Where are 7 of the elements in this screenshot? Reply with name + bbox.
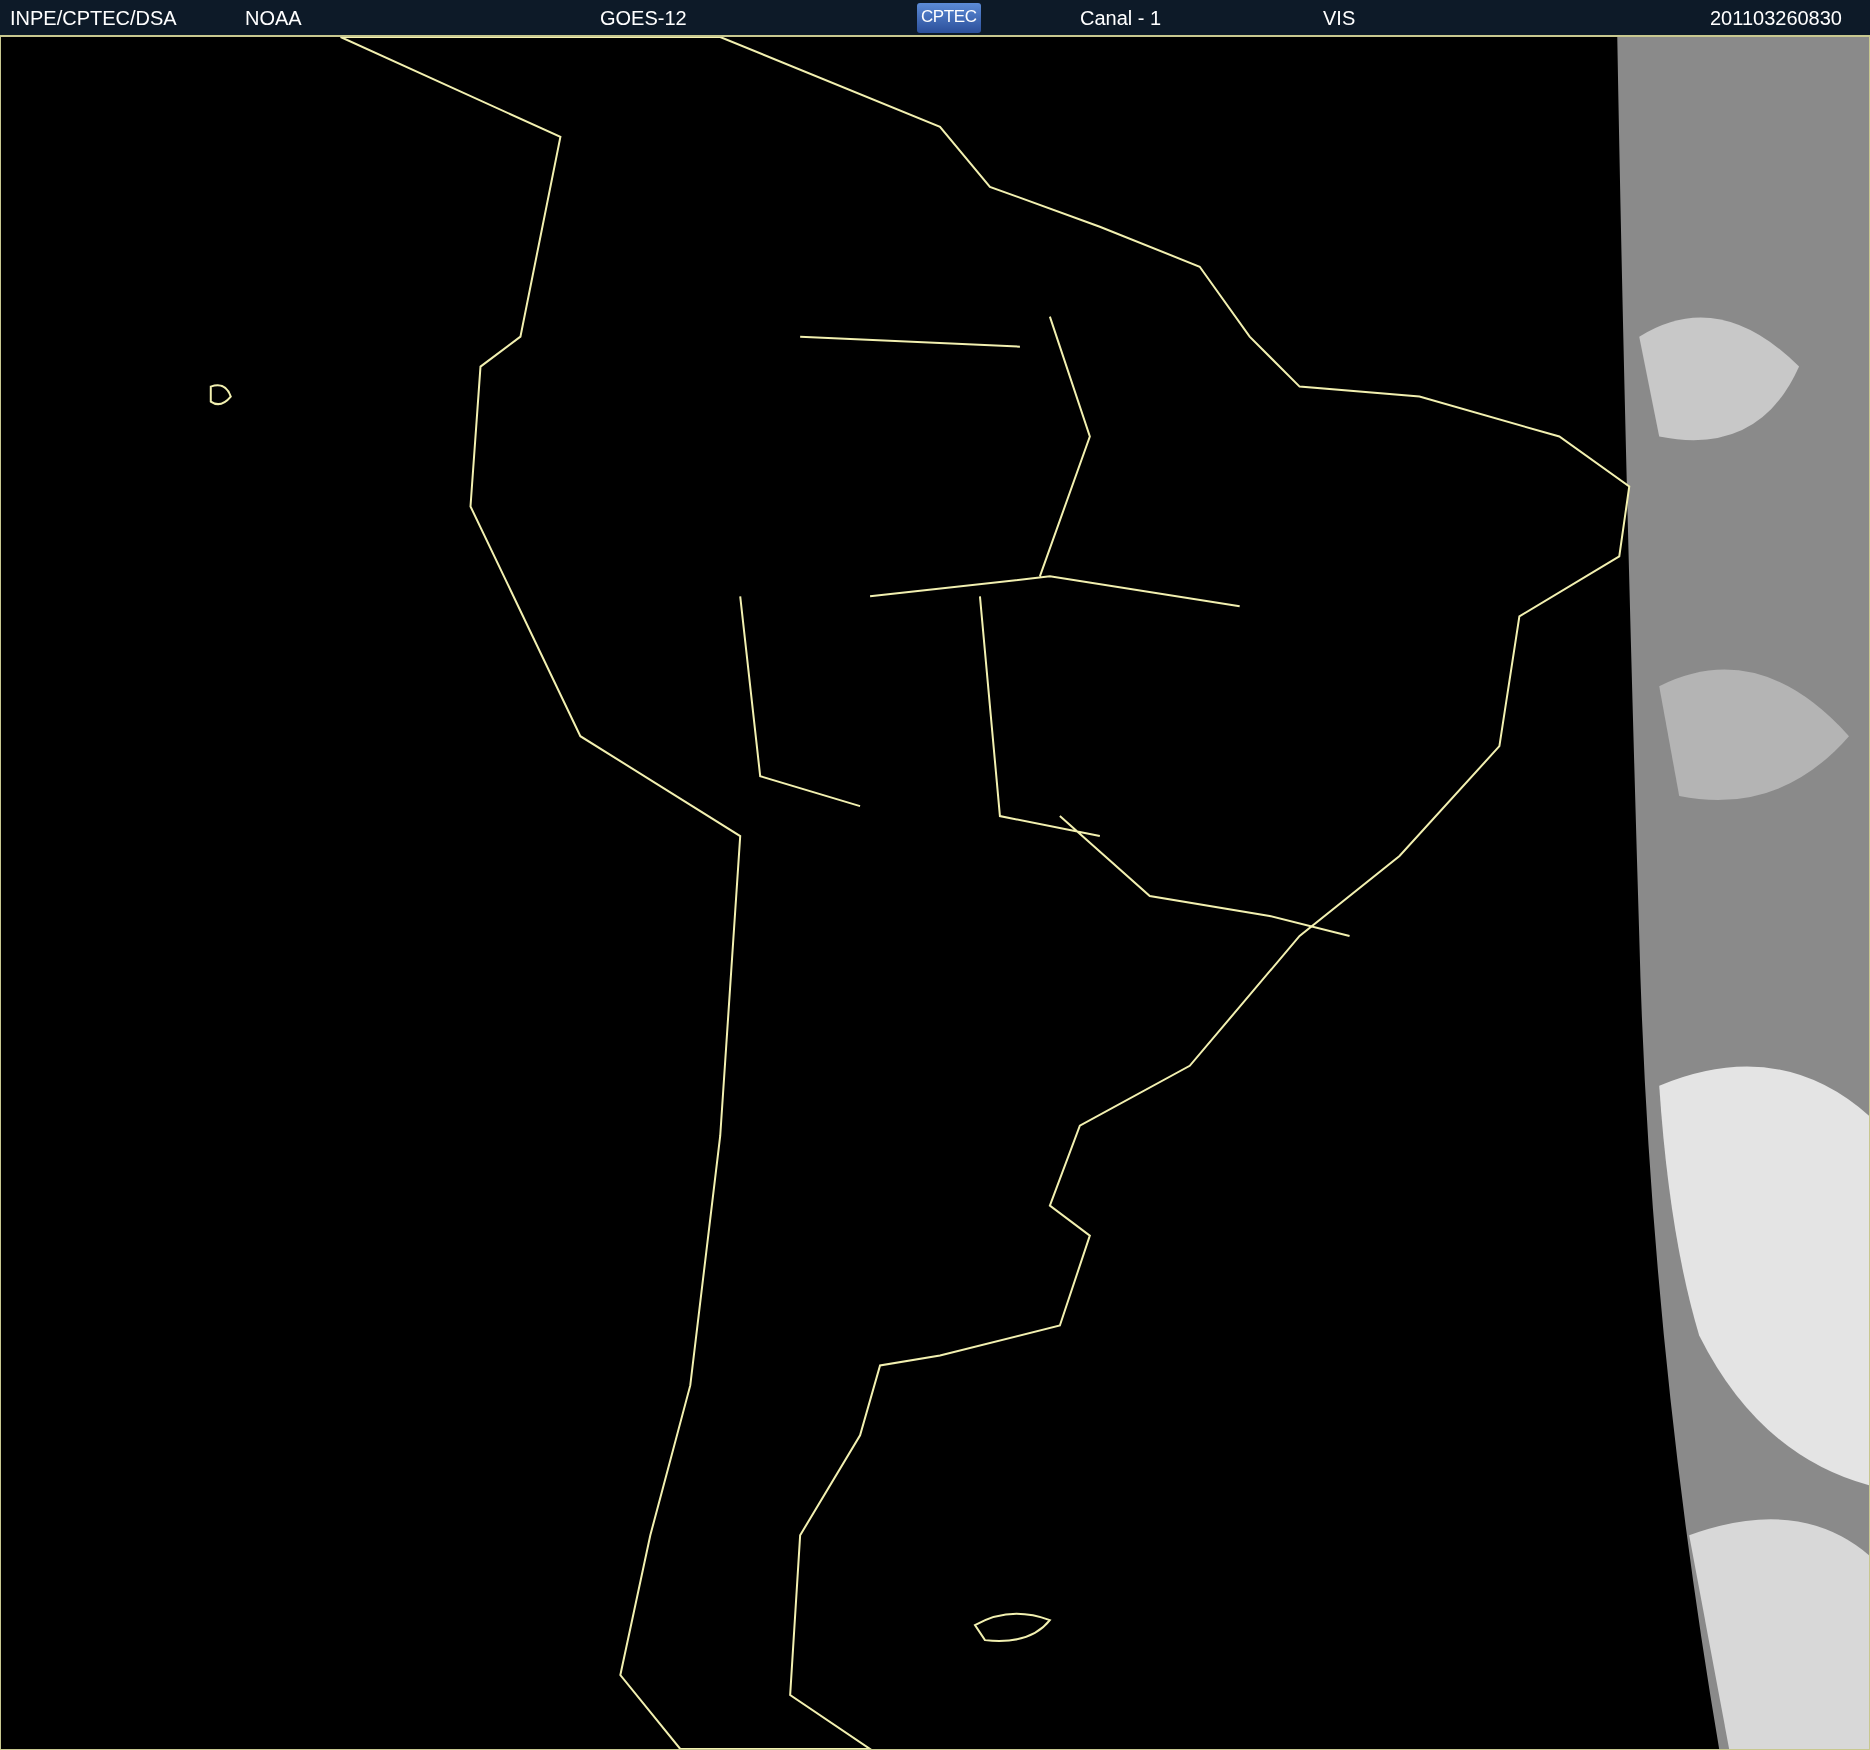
- header-label: GOES-12: [600, 6, 687, 29]
- header-label: INPE/CPTEC/DSA: [10, 6, 177, 29]
- logo-badge: CPTEC: [917, 2, 981, 33]
- header-label: Canal - 1: [1080, 6, 1162, 29]
- header-label: 201103260830: [1710, 5, 1842, 31]
- header-label: NOAA: [245, 6, 302, 29]
- header-label: VIS: [1323, 6, 1356, 29]
